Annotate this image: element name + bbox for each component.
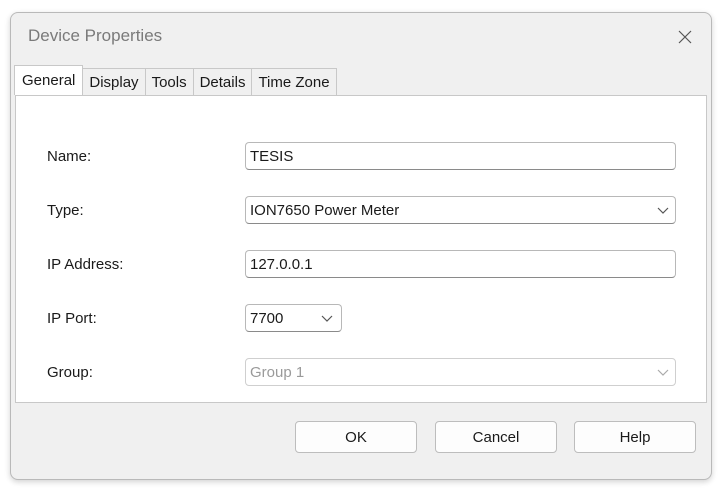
tab-display[interactable]: Display — [82, 68, 146, 95]
title-bar: Device Properties — [11, 13, 711, 63]
name-value: TESIS — [250, 147, 294, 165]
general-panel: Name: TESIS Type: ION7650 Power Meter IP… — [15, 95, 707, 403]
tab-time-zone[interactable]: Time Zone — [251, 68, 337, 95]
help-button[interactable]: Help — [574, 421, 696, 453]
chevron-down-icon — [657, 369, 669, 376]
ok-button[interactable]: OK — [295, 421, 417, 453]
ip-port-label: IP Port: — [47, 310, 97, 327]
group-select: Group 1 — [245, 358, 676, 386]
window-title: Device Properties — [28, 26, 163, 45]
type-value: ION7650 Power Meter — [250, 201, 400, 219]
ip-port-select[interactable]: 7700 — [245, 304, 342, 332]
ip-address-field[interactable]: 127.0.0.1 — [245, 250, 676, 278]
tab-tools[interactable]: Tools — [144, 68, 194, 95]
ip-address-label: IP Address: — [47, 256, 124, 273]
group-label: Group: — [47, 364, 93, 381]
group-value: Group 1 — [250, 363, 305, 381]
name-field[interactable]: TESIS — [245, 142, 676, 170]
close-button[interactable] — [669, 21, 701, 53]
name-label: Name: — [47, 148, 92, 165]
ip-address-value: 127.0.0.1 — [250, 255, 313, 273]
type-select[interactable]: ION7650 Power Meter — [245, 196, 676, 224]
chevron-down-icon — [321, 315, 333, 322]
ip-port-value: 7700 — [250, 309, 284, 327]
close-icon — [678, 30, 692, 44]
cancel-button[interactable]: Cancel — [435, 421, 557, 453]
type-label: Type: — [47, 202, 84, 219]
tab-general[interactable]: General — [14, 65, 84, 95]
chevron-down-icon — [657, 207, 669, 214]
device-properties-dialog: Device Properties General Display Tools … — [10, 12, 712, 480]
tab-strip: General Display Tools Details Time Zone — [14, 65, 711, 95]
tab-details[interactable]: Details — [192, 68, 253, 95]
